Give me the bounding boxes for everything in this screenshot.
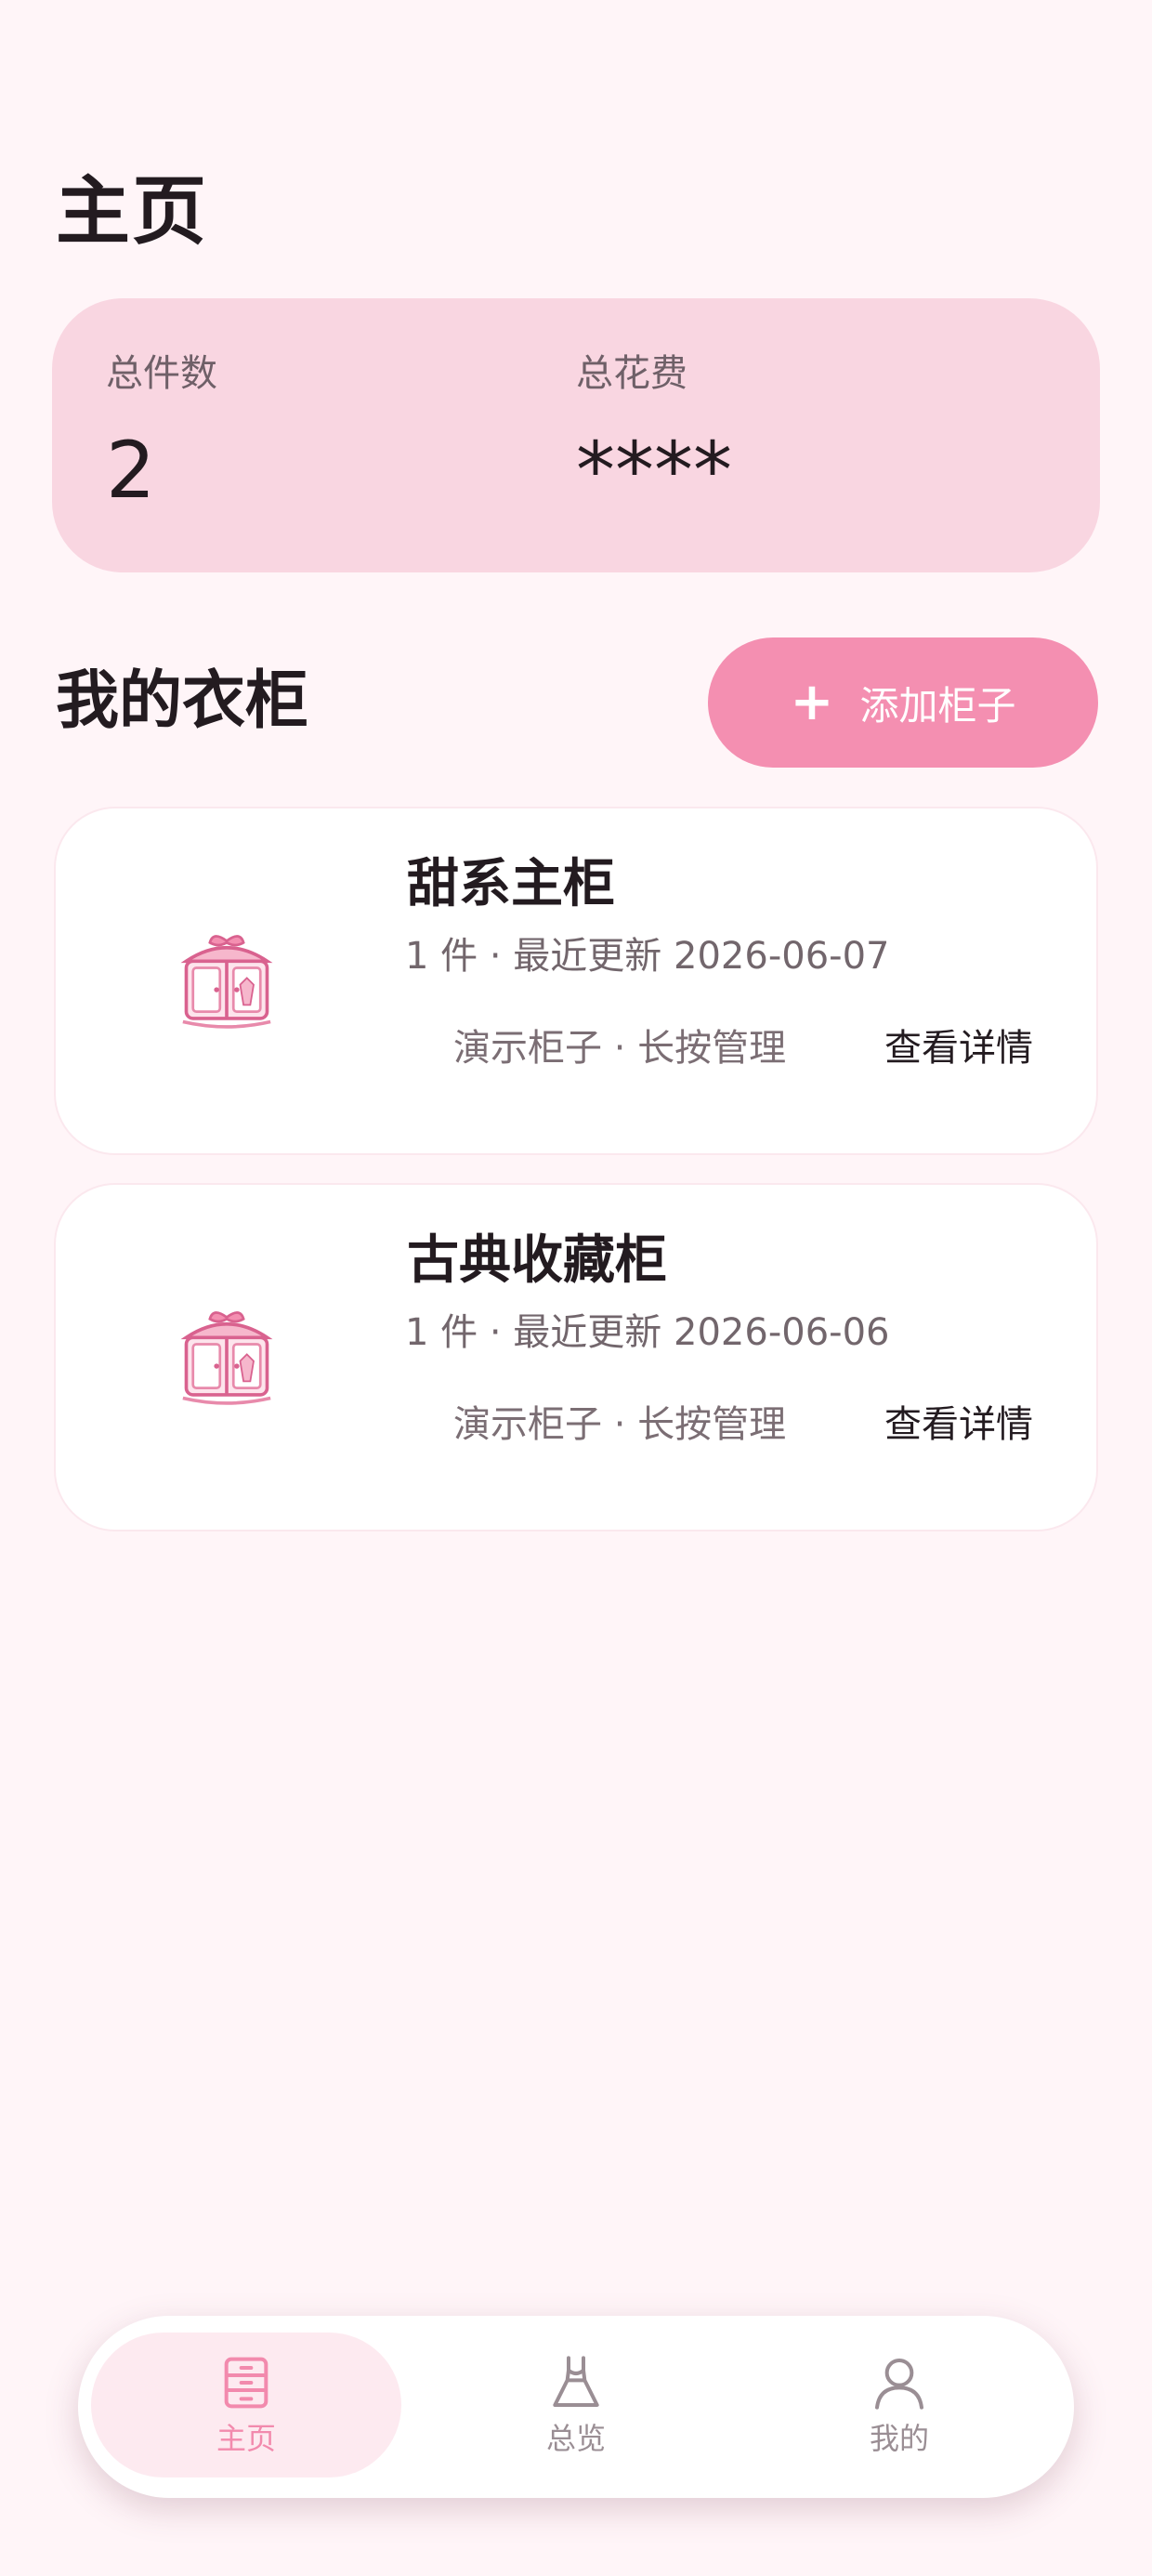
- cabinet-card[interactable]: 甜系主柜 1 件 · 最近更新 2026-06-07 演示柜子 · 长按管理 查…: [54, 807, 1098, 1155]
- cabinet-name: 古典收藏柜: [407, 1230, 667, 1291]
- nav-item-profile[interactable]: 我的: [744, 2333, 1054, 2477]
- view-details-link[interactable]: 查看详情: [884, 1022, 1033, 1074]
- wardrobe-cabinet-icon: [180, 935, 273, 1029]
- total-cost-label: 总花费: [576, 352, 687, 395]
- nav-label-profile: 我的: [869, 2421, 929, 2456]
- total-items-value: 2: [106, 425, 156, 516]
- nav-label-overview: 总览: [545, 2421, 606, 2456]
- cabinet-list: 甜系主柜 1 件 · 最近更新 2026-06-07 演示柜子 · 长按管理 查…: [54, 807, 1098, 1559]
- cabinet-hint: 演示柜子 · 长按管理: [453, 1403, 787, 1446]
- person-icon: [875, 2359, 923, 2410]
- dress-icon: [553, 2356, 599, 2407]
- cabinet-name: 甜系主柜: [407, 854, 615, 914]
- drawer-icon: [224, 2357, 268, 2409]
- nav-label-home: 主页: [216, 2421, 276, 2456]
- cabinet-card[interactable]: 古典收藏柜 1 件 · 最近更新 2026-06-06 演示柜子 · 长按管理 …: [54, 1183, 1098, 1531]
- total-items-label: 总件数: [106, 352, 217, 395]
- stats-card: 总件数 2 总花费 ****: [52, 298, 1100, 572]
- wardrobe-title: 我的衣柜: [56, 664, 309, 738]
- add-cabinet-label: 添加柜子: [859, 682, 1016, 729]
- page-title: 主页: [56, 168, 208, 255]
- add-cabinet-button[interactable]: + 添加柜子: [708, 637, 1098, 768]
- cabinet-meta: 1 件 · 最近更新 2026-06-07: [405, 935, 890, 978]
- wardrobe-cabinet-icon: [180, 1311, 273, 1405]
- total-cost-value: ****: [576, 425, 732, 516]
- total-cost-stat: 总花费 ****: [576, 350, 732, 512]
- plus-icon: +: [790, 672, 834, 732]
- total-items-stat: 总件数 2: [106, 350, 217, 512]
- cabinet-hint: 演示柜子 · 长按管理: [453, 1027, 787, 1070]
- view-details-link[interactable]: 查看详情: [884, 1399, 1033, 1451]
- bottom-nav: 主页 总览 我的: [78, 2316, 1074, 2498]
- nav-item-overview[interactable]: 总览: [421, 2333, 731, 2477]
- cabinet-meta: 1 件 · 最近更新 2026-06-06: [405, 1311, 890, 1354]
- nav-item-home[interactable]: 主页: [91, 2333, 401, 2477]
